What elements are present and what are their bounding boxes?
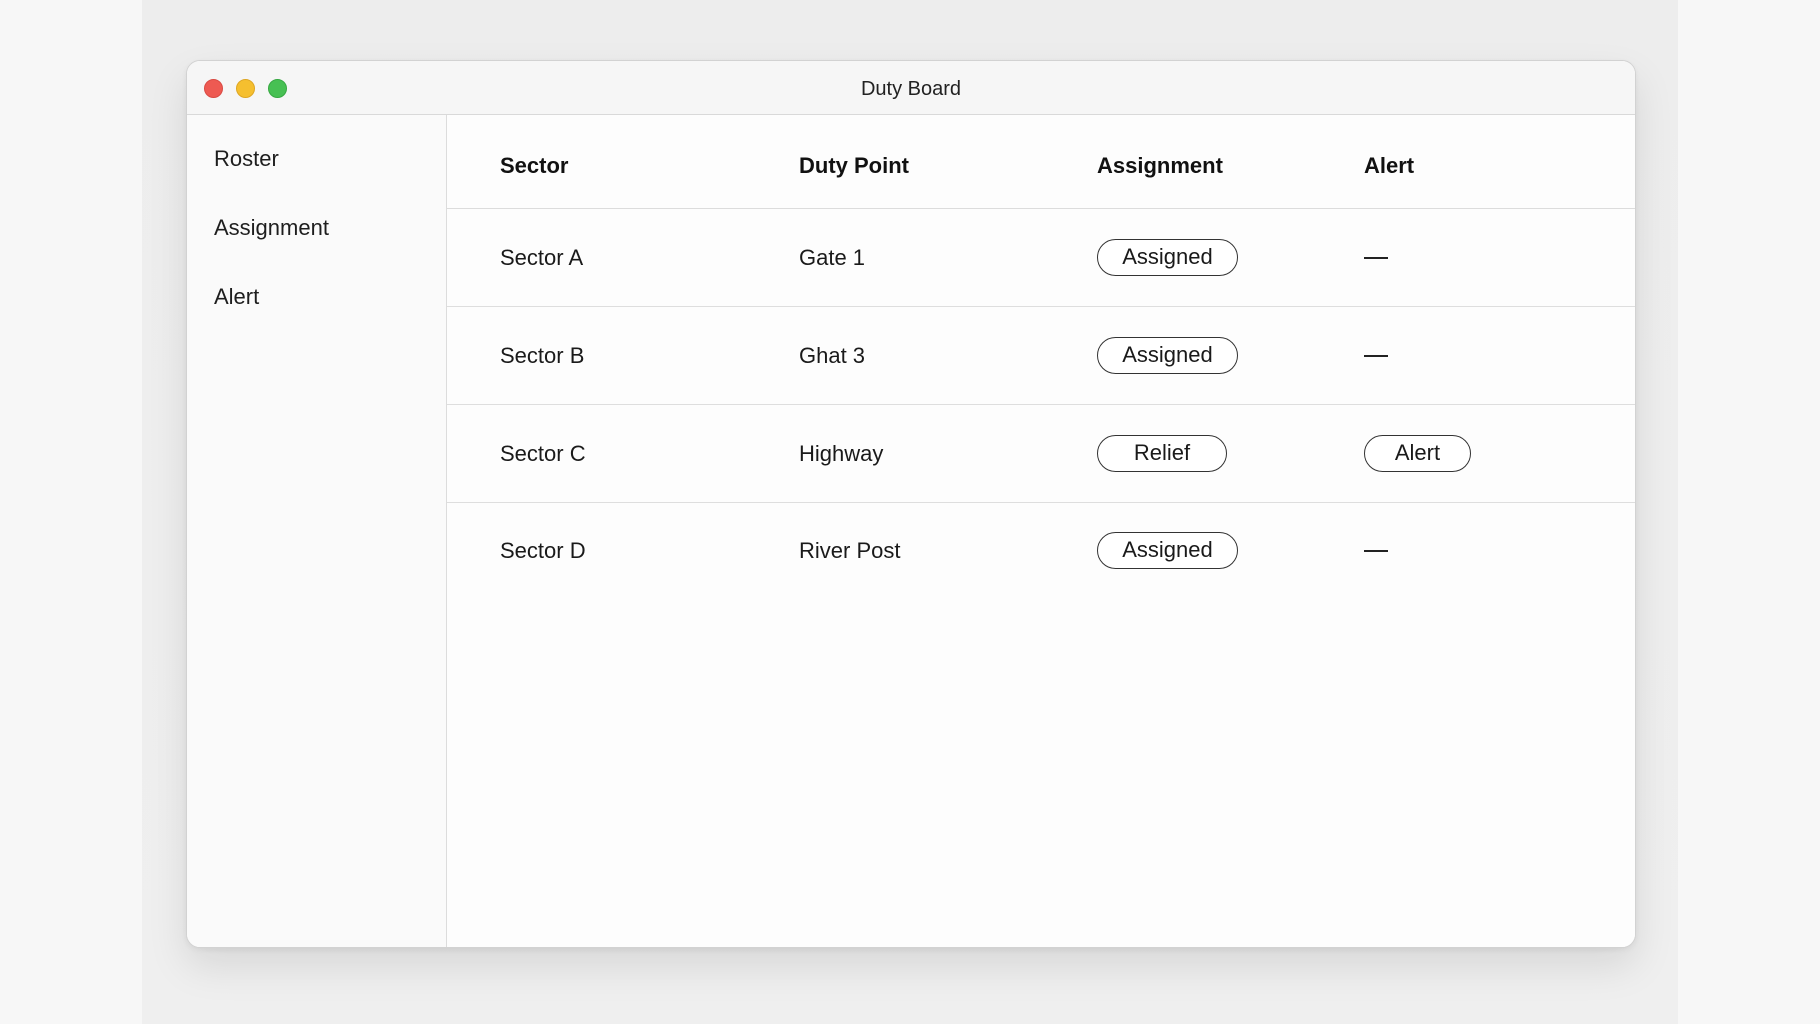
duty-point-cell: Highway [799,441,884,466]
sidebar-item-assignment[interactable]: Assignment [214,215,329,241]
duty-point-cell: Ghat 3 [799,343,866,368]
assignment-status-badge[interactable]: Assigned [1097,337,1238,374]
duty-point-cell: River Post [799,538,901,563]
main-content: Sector Duty Point Assignment Alert Secto… [447,115,1635,947]
assignment-status-badge[interactable]: Assigned [1097,239,1238,276]
assignment-status-badge[interactable]: Relief [1097,435,1227,472]
duty-point-cell: Gate 1 [799,245,866,270]
sidebar-item-roster[interactable]: Roster [214,146,279,172]
column-header-assignment[interactable]: Assignment [1097,153,1223,179]
column-header-alert[interactable]: Alert [1364,153,1414,179]
column-header-sector[interactable]: Sector [500,153,568,179]
sidebar: Roster Assignment Alert [187,115,447,947]
alert-badge[interactable]: Alert [1364,435,1471,472]
no-alert-dash [1364,257,1388,259]
no-alert-dash [1364,550,1388,552]
no-alert-dash [1364,355,1388,357]
app-window: Duty Board Roster Assignment Alert Secto… [186,60,1636,948]
title-bar: Duty Board [187,61,1635,115]
assignment-status-badge[interactable]: Assigned [1097,532,1238,569]
table-row[interactable]: Sector D River Post Assigned [447,502,1635,599]
sector-cell: Sector D [500,538,586,563]
window-title: Duty Board [860,78,962,100]
table-row[interactable]: Sector C Highway Relief Alert [447,405,1635,503]
table-row[interactable]: Sector A Gate 1 Assigned [447,209,1635,307]
sector-cell: Sector A [500,245,584,270]
column-header-duty-point[interactable]: Duty Point [799,153,909,179]
table-header: Sector Duty Point Assignment Alert [447,115,1635,209]
sidebar-item-alert[interactable]: Alert [214,284,259,310]
sector-cell: Sector B [500,343,585,368]
sector-cell: Sector C [500,441,586,466]
table-row[interactable]: Sector B Ghat 3 Assigned [447,307,1635,405]
